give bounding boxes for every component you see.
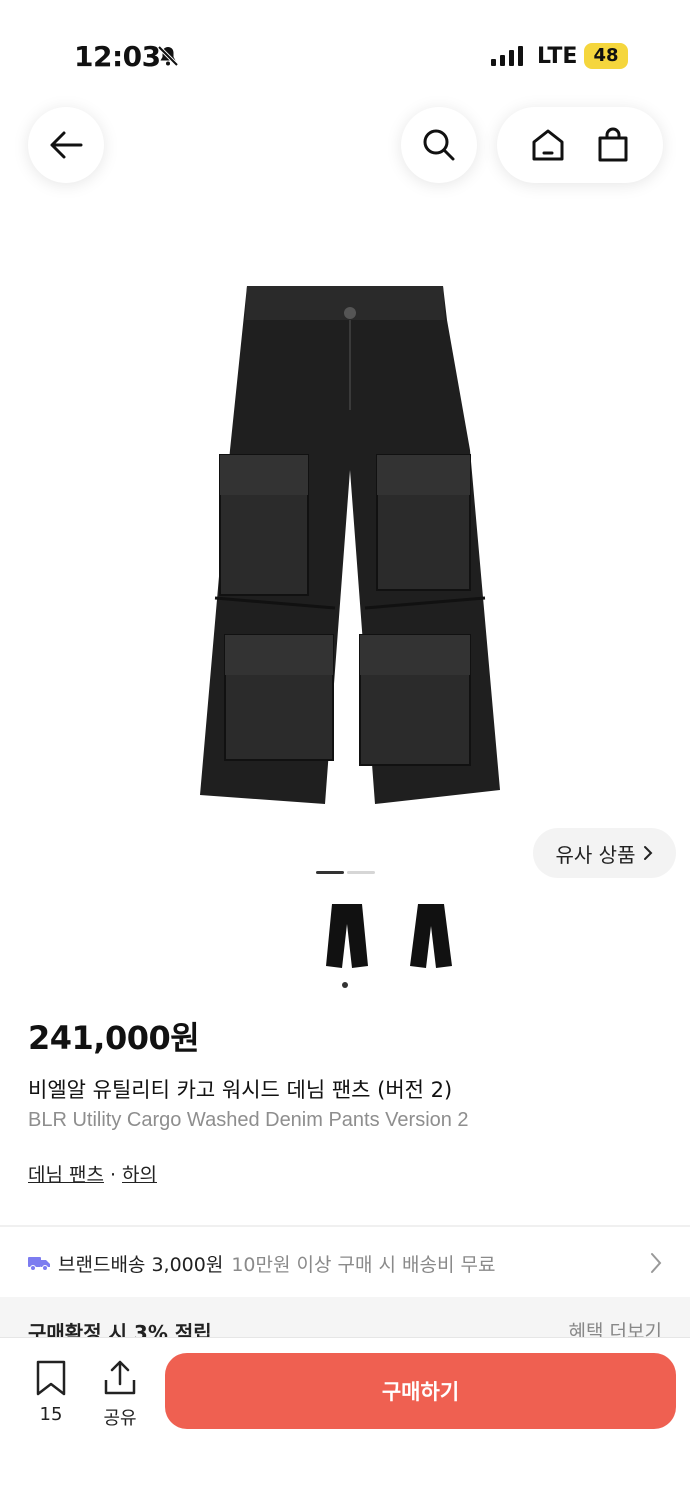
home-icon bbox=[532, 129, 564, 161]
bookmark-count: 15 bbox=[39, 1404, 63, 1425]
category-breadcrumb: 데님 팬츠 · 하의 bbox=[28, 1160, 157, 1187]
product-thumbnail[interactable] bbox=[322, 900, 372, 972]
back-button[interactable] bbox=[28, 107, 104, 183]
bookmark-icon bbox=[36, 1360, 66, 1396]
similar-products-button[interactable]: 유사 상품 bbox=[533, 828, 676, 878]
divider bbox=[0, 1225, 690, 1227]
shipping-fee-label: 브랜드배송 3,000원 bbox=[58, 1253, 224, 1276]
product-name-english: BLR Utility Cargo Washed Denim Pants Ver… bbox=[28, 1109, 469, 1131]
shopping-bag-icon bbox=[598, 127, 628, 162]
network-label: LTE bbox=[537, 44, 578, 69]
signal-icon bbox=[491, 46, 523, 66]
share-button[interactable]: 공유 bbox=[97, 1360, 143, 1430]
cart-button[interactable] bbox=[596, 127, 630, 163]
share-icon bbox=[104, 1360, 136, 1395]
search-icon bbox=[423, 129, 455, 161]
product-thumbnail[interactable] bbox=[406, 900, 456, 972]
status-bar: 12:03 LTE 48 bbox=[0, 0, 690, 110]
bottom-action-bar: 15 공유 구매하기 bbox=[0, 1337, 690, 1500]
pager-indicator-active bbox=[316, 871, 344, 874]
bell-muted-icon bbox=[157, 45, 179, 67]
status-time: 12:03 bbox=[74, 40, 161, 73]
battery-badge: 48 bbox=[584, 43, 628, 69]
truck-icon bbox=[28, 1257, 50, 1271]
bookmark-button[interactable]: 15 bbox=[28, 1360, 74, 1425]
home-button[interactable] bbox=[530, 128, 566, 162]
pager-indicator bbox=[347, 871, 375, 874]
product-name-korean: 비엘알 유틸리티 카고 워시드 데님 팬츠 (버전 2) bbox=[28, 1078, 453, 1102]
home-cart-group bbox=[497, 107, 663, 183]
similar-products-label: 유사 상품 bbox=[555, 842, 636, 867]
buy-button[interactable]: 구매하기 bbox=[165, 1353, 676, 1429]
chevron-right-icon bbox=[651, 1253, 662, 1273]
product-image[interactable] bbox=[195, 280, 505, 808]
search-button[interactable] bbox=[401, 107, 477, 183]
shipping-condition: 10만원 이상 구매 시 배송비 무료 bbox=[231, 1253, 496, 1276]
thumbnail-selected-dot bbox=[342, 982, 348, 988]
category-link-denim[interactable]: 데님 팬츠 bbox=[28, 1164, 104, 1186]
shipping-info-row[interactable]: 브랜드배송 3,000원 10만원 이상 구매 시 배송비 무료 bbox=[0, 1230, 690, 1296]
chevron-right-icon bbox=[644, 846, 653, 860]
category-separator: · bbox=[109, 1164, 117, 1186]
arrow-left-icon bbox=[50, 131, 83, 159]
category-link-bottoms[interactable]: 하의 bbox=[122, 1164, 157, 1186]
share-label: 공유 bbox=[103, 1408, 137, 1429]
product-price: 241,000원 bbox=[28, 1019, 200, 1057]
